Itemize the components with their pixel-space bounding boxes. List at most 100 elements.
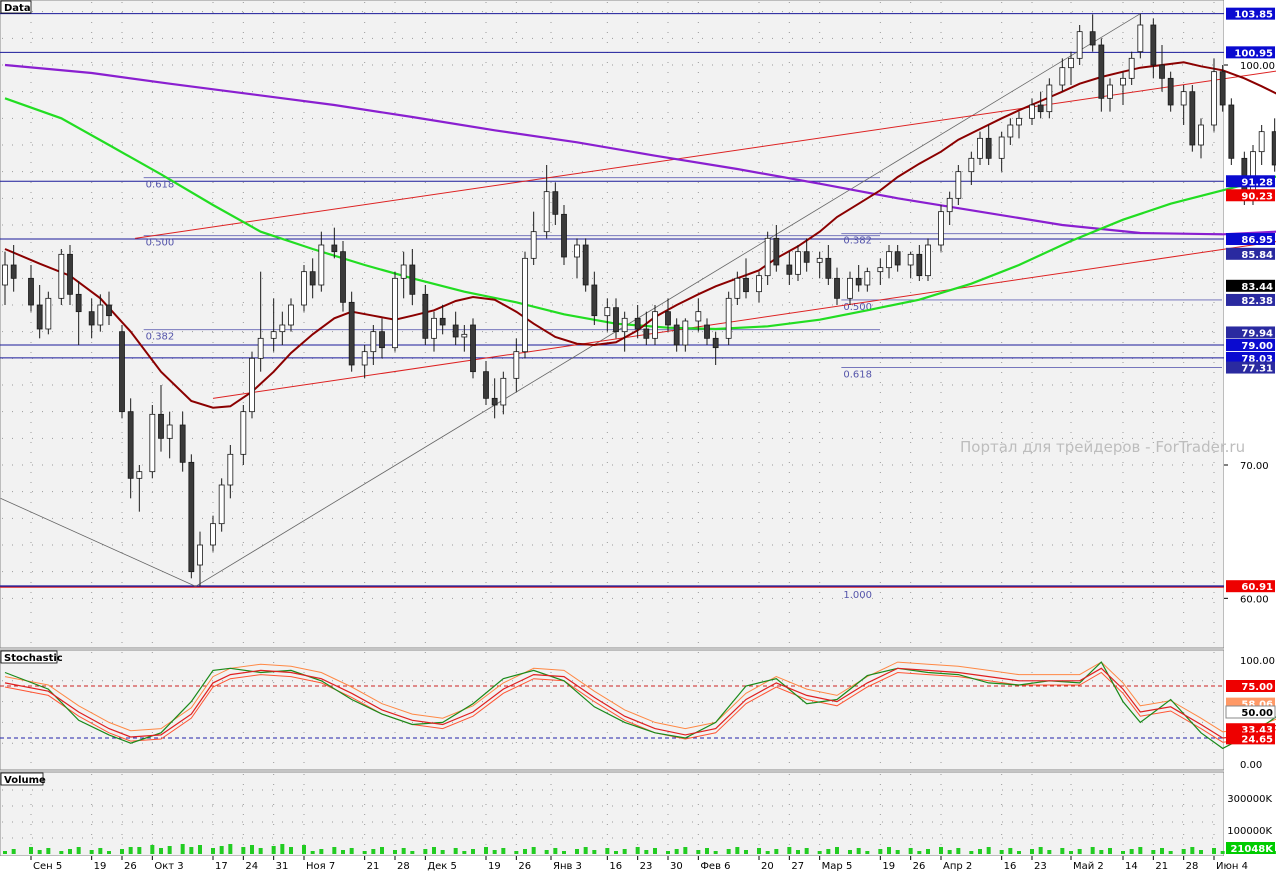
candle-up xyxy=(695,311,702,322)
time-tick-label: 28 xyxy=(397,861,410,872)
volume-bar xyxy=(302,845,306,854)
volume-tag-label: 21048K xyxy=(1230,844,1274,855)
volume-bar xyxy=(878,849,883,854)
candle-up xyxy=(1068,57,1074,69)
candle-down xyxy=(452,324,459,338)
volume-bar xyxy=(614,851,618,854)
candle-up xyxy=(1180,91,1187,106)
time-tick-label: 30 xyxy=(670,861,683,872)
volume-bar xyxy=(917,851,922,854)
volume-bar xyxy=(89,850,94,854)
volume-bar xyxy=(817,851,822,854)
candle-up xyxy=(543,191,550,233)
time-tick-label: 21 xyxy=(367,861,380,872)
time-tick-label: 16 xyxy=(609,861,622,872)
price-pane-title: Data xyxy=(4,3,31,14)
candle-down xyxy=(1150,24,1157,66)
volume-bar xyxy=(137,847,142,854)
candle-up xyxy=(1016,117,1022,126)
price-tick-label: 60.00 xyxy=(1240,594,1269,605)
volume-bar xyxy=(37,850,42,854)
volume-bar xyxy=(1060,848,1065,854)
candle-down xyxy=(309,271,316,286)
volume-bar xyxy=(1138,847,1143,854)
volume-bar xyxy=(583,847,588,854)
candle-up xyxy=(977,137,983,159)
volume-bar xyxy=(332,847,337,854)
candle-down xyxy=(379,331,385,349)
volume-bar xyxy=(341,850,345,854)
candle-up xyxy=(725,297,732,339)
candle-down xyxy=(439,317,446,326)
volume-bar xyxy=(1212,848,1216,854)
stoch-tag-label: 50.00 xyxy=(1241,708,1273,719)
candle-down xyxy=(88,311,95,326)
candle-down xyxy=(127,411,134,479)
volume-bar xyxy=(471,849,475,854)
candle-down xyxy=(1271,131,1276,166)
time-tick-label: Окт 3 xyxy=(154,861,183,872)
candle-up xyxy=(45,297,52,330)
candle-down xyxy=(28,277,34,306)
candle-down xyxy=(704,324,710,339)
volume-bar xyxy=(289,847,293,854)
volume-bar xyxy=(1069,851,1073,854)
chart: 0.6180.5000.3820.3820.5000.6181.000 100.… xyxy=(0,0,1276,872)
volume-tick-label: 300000K xyxy=(1227,794,1272,805)
candle-down xyxy=(1089,31,1096,46)
volume-bar xyxy=(29,847,33,854)
candle-down xyxy=(1189,91,1196,146)
volume-bar xyxy=(180,844,185,854)
candle-down xyxy=(470,324,476,373)
candle-down xyxy=(743,277,749,293)
candle-down xyxy=(348,301,355,366)
volume-bar xyxy=(228,844,233,854)
volume-bar xyxy=(432,847,436,854)
candle-down xyxy=(422,293,429,339)
fib-label: 1.000 xyxy=(843,590,872,601)
candle-down xyxy=(179,424,186,463)
candle-up xyxy=(1258,131,1265,153)
time-tick-label: 19 xyxy=(882,861,895,872)
candle-up xyxy=(392,277,398,349)
candle-up xyxy=(513,351,520,379)
candle-up xyxy=(400,264,407,279)
volume-bar xyxy=(622,849,627,854)
volume-bar xyxy=(501,848,506,854)
volume-bar xyxy=(956,848,961,854)
candle-down xyxy=(673,324,680,346)
price-tag-label: 83.44 xyxy=(1241,282,1273,293)
volume-bar xyxy=(575,849,579,854)
price-tag-label: 60.91 xyxy=(1241,582,1273,593)
volume-bar xyxy=(774,849,779,854)
candle-up xyxy=(2,264,8,286)
candle-up xyxy=(370,331,377,353)
volume-bar xyxy=(492,850,497,854)
candle-down xyxy=(119,331,125,413)
stoch-tick-label: 0.00 xyxy=(1240,760,1262,771)
time-tick-label: Июн 4 xyxy=(1216,861,1248,872)
volume-bar xyxy=(59,851,64,854)
candle-up xyxy=(166,424,173,439)
volume-bar xyxy=(211,848,215,854)
candle-up xyxy=(1029,104,1035,119)
candle-down xyxy=(582,244,589,286)
time-tick-label: Дек 5 xyxy=(427,861,457,872)
candle-up xyxy=(218,484,225,525)
candle-down xyxy=(1167,77,1174,106)
candle-down xyxy=(331,244,338,253)
candle-down xyxy=(786,264,793,275)
volume-bar xyxy=(1151,850,1156,854)
candle-up xyxy=(197,544,203,566)
time-tick-label: 24 xyxy=(245,861,258,872)
stoch-tag-label: 75.00 xyxy=(1241,682,1273,693)
volume-bar xyxy=(1168,851,1173,854)
volume-bar xyxy=(531,847,536,854)
candle-down xyxy=(834,277,840,299)
watermark: Портал для трейдеров - ForTrader.ru xyxy=(960,438,1245,456)
volume-bar xyxy=(1129,849,1134,854)
candle-up xyxy=(1120,77,1126,86)
volume-bar xyxy=(1030,849,1034,854)
time-tick-label: 26 xyxy=(913,861,926,872)
candle-down xyxy=(916,253,923,277)
